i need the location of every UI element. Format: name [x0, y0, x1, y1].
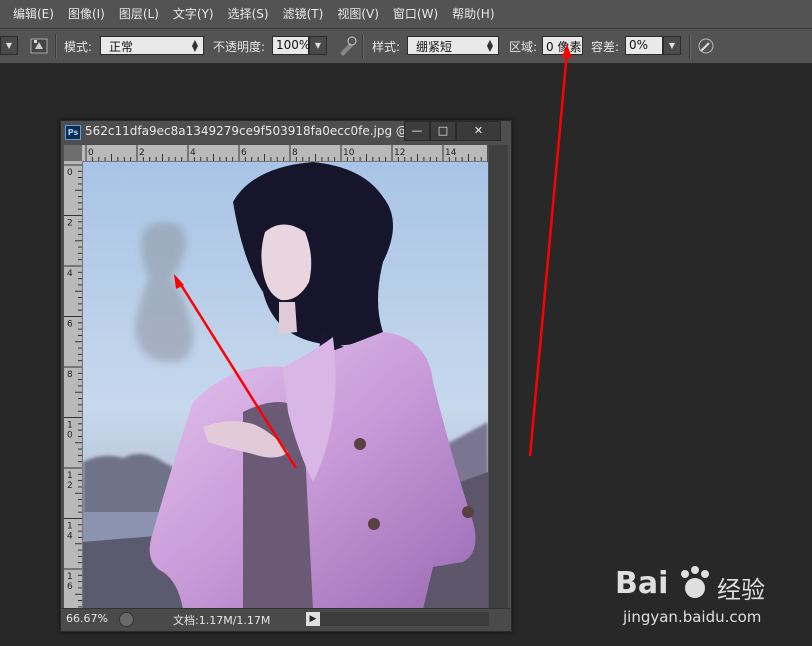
baidu-paw-icon — [681, 566, 709, 598]
baidu-watermark: Bai 经验 jingyan.baidu.com — [605, 548, 795, 638]
red-arrowhead — [562, 44, 572, 58]
baidu-brand-text: Bai — [615, 566, 669, 601]
baidu-url: jingyan.baidu.com — [623, 608, 762, 626]
red-arrow-line — [528, 51, 569, 457]
red-arrow-line — [176, 279, 298, 469]
baidu-suffix-text: 经验 — [717, 576, 765, 604]
